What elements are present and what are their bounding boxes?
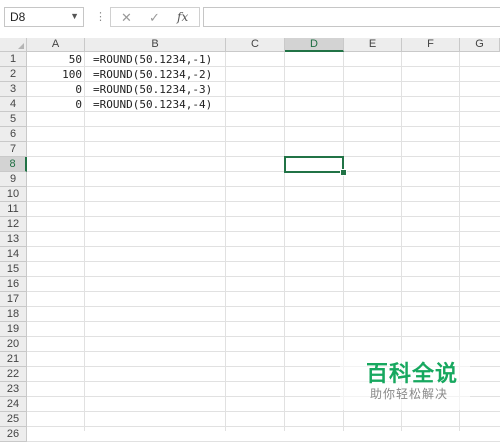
row-header-9[interactable]: 9 [0,172,27,187]
gridline-horizontal [27,276,500,277]
chevron-down-icon[interactable]: ▼ [70,11,79,21]
close-icon[interactable]: ✕ [121,10,132,26]
gridline-horizontal [27,141,500,142]
gridline-horizontal [27,321,500,322]
formula-input[interactable] [203,7,500,27]
column-header-b[interactable]: B [85,38,226,52]
row-header-13[interactable]: 13 [0,232,27,247]
gridline-horizontal [27,231,500,232]
cell-a3[interactable]: 0 [27,82,82,97]
active-cell-selection[interactable] [284,156,344,173]
cell-b1[interactable]: =ROUND(50.1234,-1) [93,52,212,67]
name-box-value: D8 [10,10,26,24]
row-header-17[interactable]: 17 [0,292,27,307]
gridline-horizontal [27,156,500,157]
column-header-d[interactable]: D [285,38,344,52]
row-header-23[interactable]: 23 [0,382,27,397]
row-header-24[interactable]: 24 [0,397,27,412]
column-header-f[interactable]: F [402,38,460,52]
row-header-25[interactable]: 25 [0,412,27,427]
gridline-horizontal [27,126,500,127]
gridline-horizontal [27,291,500,292]
fill-handle[interactable] [340,169,347,176]
row-header-20[interactable]: 20 [0,337,27,352]
gridline-horizontal [27,261,500,262]
column-header-g[interactable]: G [460,38,500,52]
row-header-6[interactable]: 6 [0,127,27,142]
gridline-horizontal [27,411,500,412]
row-header-1[interactable]: 1 [0,52,27,67]
gridline-horizontal [27,246,500,247]
row-header-8[interactable]: 8 [0,157,27,172]
row-header-14[interactable]: 14 [0,247,27,262]
formula-buttons: ✕ ✓ fx [110,7,200,27]
cell-a1[interactable]: 50 [27,52,82,67]
cell-b2[interactable]: =ROUND(50.1234,-2) [93,67,212,82]
watermark-subtitle: 助你轻松解决 [370,387,449,401]
gridline-vertical [84,52,85,431]
row-header-22[interactable]: 22 [0,367,27,382]
watermark-title: 百科全说 [366,362,459,387]
gridline-horizontal [27,306,500,307]
more-vert-icon[interactable]: ⋮ [95,10,106,23]
row-header-19[interactable]: 19 [0,322,27,337]
gridline-horizontal [27,186,500,187]
column-header-c[interactable]: C [226,38,285,52]
row-header-3[interactable]: 3 [0,82,27,97]
gridline-horizontal [27,171,500,172]
gridline-horizontal [27,426,500,427]
check-icon[interactable]: ✓ [149,10,160,26]
select-all-button[interactable] [0,38,27,52]
row-header-10[interactable]: 10 [0,187,27,202]
gridline-vertical [284,52,285,431]
cell-b4[interactable]: =ROUND(50.1234,-4) [93,97,212,112]
cell-a4[interactable]: 0 [27,97,82,112]
row-header-15[interactable]: 15 [0,262,27,277]
cell-b3[interactable]: =ROUND(50.1234,-3) [93,82,212,97]
row-header-11[interactable]: 11 [0,202,27,217]
row-header-18[interactable]: 18 [0,307,27,322]
column-header-e[interactable]: E [344,38,402,52]
row-header-7[interactable]: 7 [0,142,27,157]
gridline-horizontal [27,336,500,337]
gridline-horizontal [27,216,500,217]
row-header-5[interactable]: 5 [0,112,27,127]
fx-icon[interactable]: fx [177,10,188,24]
row-header-12[interactable]: 12 [0,217,27,232]
column-header-a[interactable]: A [27,38,85,52]
row-header-21[interactable]: 21 [0,352,27,367]
watermark: 百科全说 助你轻松解决 [340,350,470,410]
gridline-horizontal [27,201,500,202]
row-header-26[interactable]: 26 [0,427,27,442]
row-header-2[interactable]: 2 [0,67,27,82]
cell-a2[interactable]: 100 [27,67,82,82]
formula-bar: D8 ▼ ⋮ ✕ ✓ fx [0,0,500,33]
gridline-vertical [225,52,226,431]
name-box[interactable]: D8 ▼ [4,7,84,27]
row-header-4[interactable]: 4 [0,97,27,112]
row-header-16[interactable]: 16 [0,277,27,292]
